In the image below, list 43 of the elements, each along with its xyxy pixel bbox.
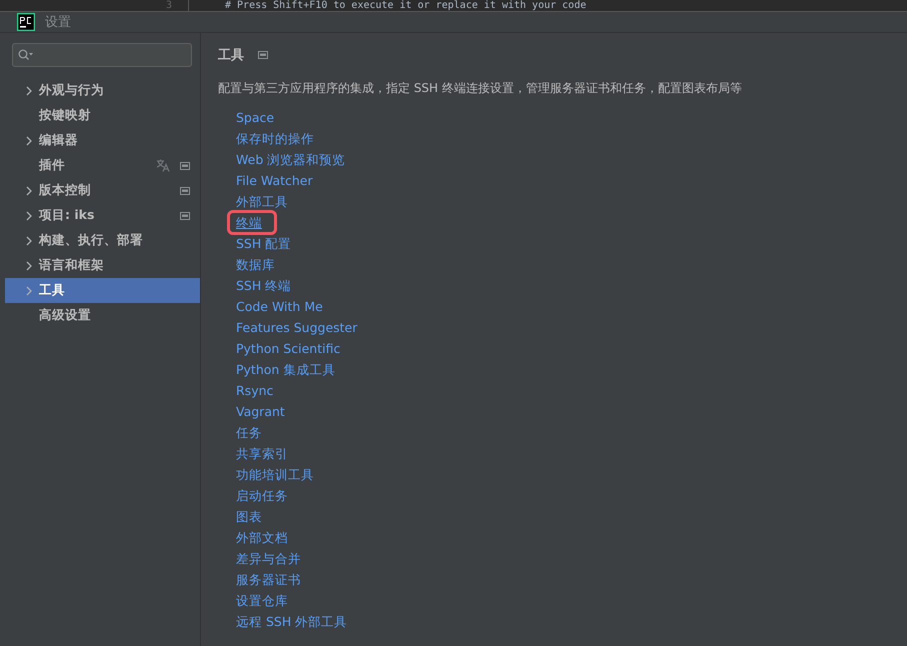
settings-link[interactable]: 外部工具 bbox=[236, 191, 288, 212]
sidebar-item[interactable]: 高级设置 bbox=[5, 303, 200, 328]
settings-link[interactable]: File Watcher bbox=[236, 170, 313, 191]
settings-link[interactable]: 外部文档 bbox=[236, 527, 288, 548]
sidebar-item[interactable]: 按键映射 bbox=[5, 103, 200, 128]
settings-link[interactable]: SSH 终端 bbox=[236, 275, 292, 296]
settings-link[interactable]: 终端 bbox=[230, 213, 274, 232]
settings-link[interactable]: 服务器证书 bbox=[236, 569, 301, 590]
settings-link[interactable]: 启动任务 bbox=[236, 485, 288, 506]
settings-link[interactable]: 设置仓库 bbox=[236, 590, 288, 611]
settings-link[interactable]: 图表 bbox=[236, 506, 262, 527]
settings-link[interactable]: 保存时的操作 bbox=[236, 128, 314, 149]
sidebar-item[interactable]: 外观与行为 bbox=[5, 78, 200, 103]
settings-link[interactable]: Python Scientific bbox=[236, 338, 340, 359]
line-number: 3 bbox=[164, 0, 173, 11]
sidebar-item[interactable]: 编辑器 bbox=[5, 128, 200, 153]
app-logo-icon bbox=[17, 13, 35, 31]
settings-link[interactable]: Code With Me bbox=[236, 296, 323, 317]
sidebar-item[interactable]: 项目: iks bbox=[5, 203, 200, 228]
settings-link[interactable]: Web 浏览器和预览 bbox=[236, 149, 346, 170]
settings-link[interactable]: 远程 SSH 外部工具 bbox=[236, 611, 348, 632]
sidebar-item[interactable]: 工具 bbox=[5, 278, 200, 303]
search-icon bbox=[18, 49, 34, 61]
settings-link[interactable]: 数据库 bbox=[236, 254, 275, 275]
settings-link[interactable]: Python 集成工具 bbox=[236, 359, 336, 380]
description-text: 配置与第三方应用程序的集成，指定 SSH 终端连接设置，管理服务器证书和任务，配置图表布局等 bbox=[218, 80, 743, 97]
sidebar-item[interactable]: 插件 bbox=[5, 153, 200, 178]
search-field[interactable] bbox=[12, 43, 192, 67]
sidebar-item[interactable]: 构建、执行、部署 bbox=[5, 228, 200, 253]
sidebar-item[interactable]: 语言和框架 bbox=[5, 253, 200, 278]
settings-link[interactable]: Space bbox=[236, 107, 274, 128]
settings-link[interactable]: 任务 bbox=[236, 422, 262, 443]
settings-link[interactable]: 功能培训工具 bbox=[236, 464, 314, 485]
project-scope-icon bbox=[258, 51, 268, 59]
page-title: 工具 bbox=[218, 47, 244, 64]
window-title: 设置 bbox=[45, 14, 71, 31]
settings-link[interactable]: Vagrant bbox=[236, 401, 285, 422]
settings-link[interactable]: Rsync bbox=[236, 380, 274, 401]
settings-link[interactable]: SSH 配置 bbox=[236, 233, 292, 254]
settings-link[interactable]: 差异与合并 bbox=[236, 548, 301, 569]
sidebar-item[interactable]: 版本控制 bbox=[5, 178, 200, 203]
settings-link[interactable]: Features Suggester bbox=[236, 317, 358, 338]
settings-link[interactable]: 共享索引 bbox=[236, 443, 288, 464]
